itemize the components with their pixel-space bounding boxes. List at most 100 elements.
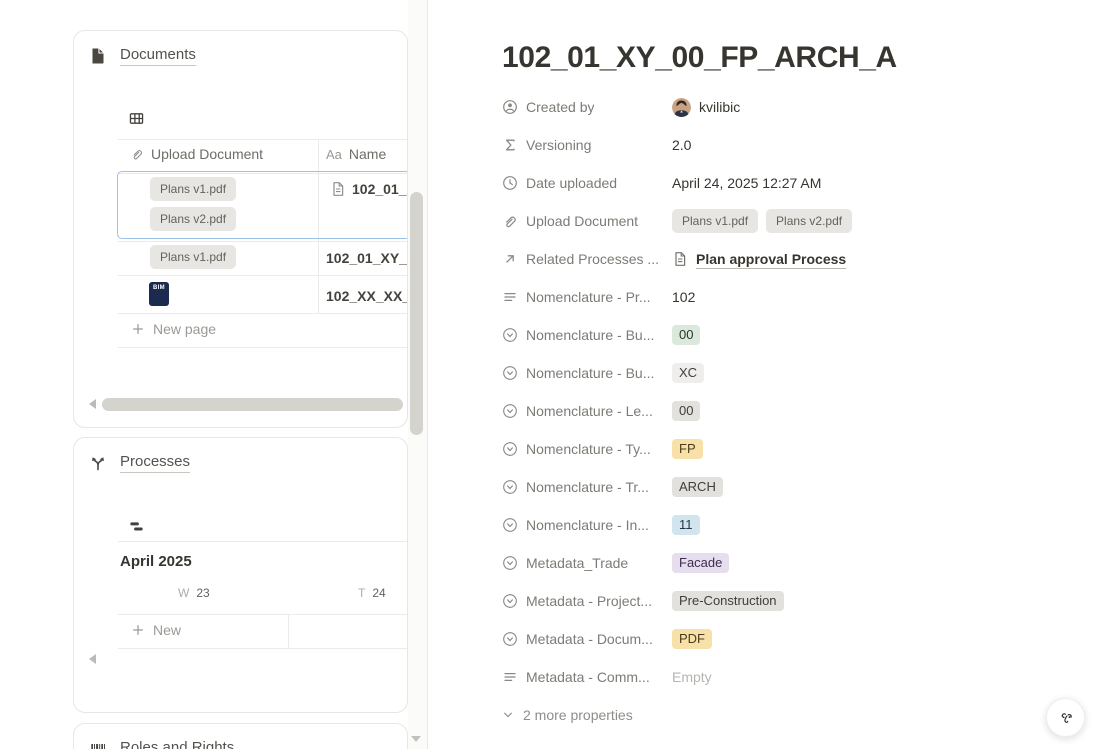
select-icon [502, 593, 518, 609]
property-value[interactable]: 102 [672, 278, 695, 316]
select-icon [502, 441, 518, 457]
horizontal-scrollbar[interactable] [102, 398, 403, 411]
scroll-left-arrow[interactable] [89, 654, 96, 664]
property-row-metadata-project: Metadata - Project... Pre-Construction [502, 582, 1096, 620]
property-label[interactable]: Metadata - Project... [502, 593, 672, 609]
property-value[interactable]: 00 [672, 392, 701, 430]
select-icon [502, 479, 518, 495]
timeline-column-divider [288, 614, 289, 648]
property-label[interactable]: Nomenclature - Ty... [502, 441, 672, 457]
tag-badge[interactable]: Facade [672, 553, 730, 573]
property-value[interactable]: Plan approval Process [672, 240, 846, 278]
property-value[interactable]: Pre-Construction [672, 582, 784, 620]
property-value[interactable]: FP [672, 430, 703, 468]
property-label[interactable]: Upload Document [502, 213, 672, 229]
property-row-nomenclature-pr: Nomenclature - Pr... 102 [502, 278, 1096, 316]
text-lines-icon [502, 289, 518, 305]
property-label[interactable]: Nomenclature - Pr... [502, 289, 672, 305]
property-value[interactable]: ARCH [672, 468, 723, 506]
property-label[interactable]: Metadata - Comm... [502, 669, 672, 685]
property-value[interactable]: Empty [672, 658, 712, 696]
timeline-view-icon[interactable] [128, 518, 145, 535]
chevron-down-icon [502, 709, 514, 721]
tag-badge[interactable]: Pre-Construction [672, 591, 784, 611]
page-title[interactable]: 102_01_XY_00_FP_ARCH_A [502, 40, 1096, 76]
ai-assistant-button[interactable] [1046, 698, 1085, 737]
timeline-day: W 23 [178, 586, 210, 600]
property-value[interactable]: Facade [672, 544, 730, 582]
property-row-metadata-trade: Metadata_Trade Facade [502, 544, 1096, 582]
property-value[interactable]: kvilibic [672, 88, 740, 126]
documents-card-title[interactable]: Documents [120, 46, 196, 66]
column-header-name[interactable]: Aa Name [326, 146, 386, 162]
property-label[interactable]: Nomenclature - Le... [502, 403, 672, 419]
page-icon [672, 251, 688, 267]
text-type-icon: Aa [326, 146, 342, 162]
property-value[interactable]: April 24, 2025 12:27 AM [672, 164, 821, 202]
roles-card-title[interactable]: Roles and Rights [120, 739, 234, 749]
scroll-left-arrow[interactable] [89, 399, 96, 409]
file-chip[interactable]: Plans v1.pdf [150, 177, 237, 201]
new-page-button[interactable]: New page [131, 321, 216, 337]
property-label[interactable]: Metadata_Trade [502, 555, 672, 571]
property-label[interactable]: Versioning [502, 137, 672, 153]
file-chip[interactable]: Plans v2.pdf [766, 209, 853, 233]
tag-badge[interactable]: 11 [672, 515, 700, 535]
paperclip-icon [502, 213, 518, 229]
property-label[interactable]: Nomenclature - Tr... [502, 479, 672, 495]
property-row-nomenclature-ty: Nomenclature - Ty... FP [502, 430, 1096, 468]
table-view-icon[interactable] [128, 110, 145, 127]
timeline-border [118, 614, 407, 615]
tag-badge[interactable]: 00 [672, 401, 701, 421]
property-list: Created by kvilibic Versioning 2.0 Date … [502, 88, 1096, 734]
page-icon [330, 181, 346, 197]
select-icon [502, 365, 518, 381]
column-header-upload-document[interactable]: Upload Document [130, 146, 263, 162]
side-peek-panel: Documents Upload Document Aa Name Plans [0, 0, 427, 749]
property-value[interactable]: Plans v1.pdf Plans v2.pdf [672, 202, 853, 240]
file-chip[interactable]: Plans v1.pdf [150, 245, 237, 269]
more-properties-toggle[interactable]: 2 more properties [502, 696, 1096, 734]
property-value[interactable]: XC [672, 354, 705, 392]
document-icon [89, 47, 107, 65]
vertical-scrollbar[interactable] [410, 192, 423, 435]
property-label[interactable]: Metadata - Docum... [502, 631, 672, 647]
table-row-name[interactable]: 102_01_XY_00 [326, 250, 407, 266]
property-label[interactable]: Created by [502, 99, 672, 115]
table-border [118, 313, 407, 314]
formula-sigma-icon [502, 137, 518, 153]
property-label[interactable]: Nomenclature - In... [502, 517, 672, 533]
tag-badge[interactable]: PDF [672, 629, 712, 649]
property-row-nomenclature-in: Nomenclature - In... 11 [502, 506, 1096, 544]
processes-card-title[interactable]: Processes [120, 453, 191, 473]
property-row-related-processes: Related Processes ... Plan approval Proc… [502, 240, 1096, 278]
property-label[interactable]: Related Processes ... [502, 251, 672, 267]
documents-card: Documents Upload Document Aa Name Plans [73, 30, 408, 428]
file-chip[interactable]: Plans v2.pdf [150, 207, 237, 231]
scroll-down-arrow[interactable] [411, 736, 421, 742]
timeline-day: T 24 [358, 586, 386, 600]
file-chip[interactable]: Plans v1.pdf [672, 209, 759, 233]
property-label[interactable]: Nomenclature - Bu... [502, 327, 672, 343]
property-label[interactable]: Nomenclature - Bu... [502, 365, 672, 381]
tag-badge[interactable]: ARCH [672, 477, 723, 497]
table-row-name[interactable]: 102_XX_XX_X [326, 288, 407, 304]
property-row-versioning: Versioning 2.0 [502, 126, 1096, 164]
new-process-button[interactable]: New [131, 622, 181, 638]
tag-badge[interactable]: XC [672, 363, 705, 383]
property-label[interactable]: Date uploaded [502, 175, 672, 191]
empty-placeholder: Empty [672, 669, 712, 685]
person-icon [502, 99, 518, 115]
property-value[interactable]: 2.0 [672, 126, 691, 164]
property-value[interactable]: 11 [672, 506, 700, 544]
timeline-month-label: April 2025 [120, 553, 192, 570]
property-value[interactable]: 00 [672, 316, 701, 354]
table-row-name[interactable]: 102_01_XY [330, 181, 407, 197]
property-row-created-by: Created by kvilibic [502, 88, 1096, 126]
property-value[interactable]: PDF [672, 620, 712, 658]
tag-badge[interactable]: FP [672, 439, 703, 459]
relation-arrow-icon [502, 251, 518, 267]
bim-thumbnail-image[interactable]: BIM [149, 282, 169, 306]
tag-badge[interactable]: 00 [672, 325, 701, 345]
related-page-link[interactable]: Plan approval Process [696, 251, 846, 267]
